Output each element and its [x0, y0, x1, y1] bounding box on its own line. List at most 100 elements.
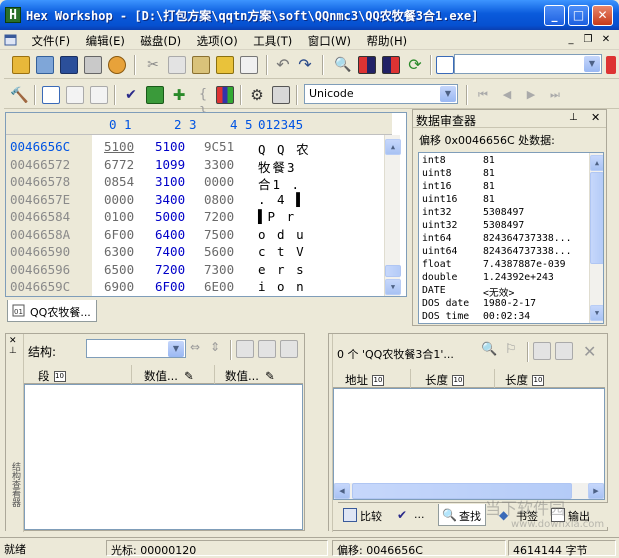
- hex-address[interactable]: 00466584: [10, 209, 70, 224]
- encoding-combo[interactable]: Unicode ▼: [304, 84, 458, 104]
- goto-icon[interactable]: [436, 56, 454, 74]
- redo-icon[interactable]: ↷: [296, 56, 314, 74]
- hex-bytes[interactable]: 7200: [155, 262, 185, 277]
- maximize-button[interactable]: □: [568, 5, 589, 26]
- structure-remove-icon[interactable]: [258, 340, 276, 358]
- hex-bytes[interactable]: 3300: [204, 157, 234, 172]
- inspector-row[interactable]: DATE <无效>: [422, 285, 592, 299]
- inspector-row[interactable]: int16 81: [422, 181, 592, 194]
- hex-bytes[interactable]: 0854: [104, 174, 134, 189]
- settings-gear-icon[interactable]: ⚙: [248, 86, 266, 104]
- tab-compare[interactable]: 比较: [340, 504, 386, 526]
- inspector-list[interactable]: int8 81 uint8 81 int16 81 uint16 81 int32 5308497…: [418, 152, 604, 324]
- inspector-row[interactable]: double 1.24392e+243: [422, 272, 592, 285]
- bookmark-add-icon[interactable]: ✚: [170, 86, 188, 104]
- close-button[interactable]: ✕: [592, 5, 613, 26]
- statistics-icon[interactable]: [216, 86, 234, 104]
- select-icon[interactable]: [240, 56, 258, 74]
- inspector-close-icon[interactable]: ✕: [591, 111, 600, 124]
- scroll-left-icon[interactable]: ◀: [334, 483, 350, 499]
- col-header-segment[interactable]: 段 10: [24, 365, 132, 384]
- menu-tools[interactable]: 工具(T): [247, 30, 298, 50]
- hex-address[interactable]: 00466572: [10, 157, 70, 172]
- paste-icon[interactable]: [192, 56, 210, 74]
- hex-ascii[interactable]: e r s: [258, 262, 306, 277]
- chevron-down-icon[interactable]: ▼: [168, 341, 184, 357]
- hex-bytes[interactable]: 6772: [104, 157, 134, 172]
- structure-collapse-icon[interactable]: ⇕: [210, 340, 228, 358]
- hex-bytes[interactable]: 0000: [204, 174, 234, 189]
- splitter[interactable]: [310, 333, 328, 531]
- hex-bytes[interactable]: 0100: [104, 209, 134, 224]
- find-previous-icon[interactable]: [358, 56, 376, 74]
- hex-bytes[interactable]: 0000: [104, 192, 134, 207]
- find-icon[interactable]: 🔍: [334, 56, 352, 74]
- hex-bytes[interactable]: 6F00: [104, 227, 134, 242]
- hex-ascii[interactable]: c t V: [258, 244, 306, 259]
- properties-icon[interactable]: [108, 56, 126, 74]
- inspector-row[interactable]: int32 5308497: [422, 207, 592, 220]
- scroll-up-icon[interactable]: ▲: [385, 139, 401, 155]
- app-icon[interactable]: H: [5, 7, 21, 23]
- col-header-value1[interactable]: 数值... ✎: [132, 365, 215, 384]
- hex-bytes[interactable]: 7300: [204, 262, 234, 277]
- hex-bytes[interactable]: 3100: [155, 174, 185, 189]
- scroll-up-icon[interactable]: ▲: [590, 155, 603, 171]
- delete-icon[interactable]: [66, 86, 84, 104]
- print-icon[interactable]: [84, 56, 102, 74]
- paste-special-icon[interactable]: [216, 56, 234, 74]
- hex-editor[interactable]: 0 1 2 3 4 5 012345 0046656C 5100 5100 9C51 Q…: [5, 112, 407, 297]
- col-header-length1[interactable]: 长度 10: [411, 369, 495, 388]
- hex-bytes[interactable]: 5600: [204, 244, 234, 259]
- grip-pin-icon[interactable]: ⊥: [9, 346, 17, 356]
- tab-checksum[interactable]: ✔...: [394, 504, 429, 526]
- structure-edit-icon[interactable]: [280, 340, 298, 358]
- hex-bytes[interactable]: 0800: [204, 192, 234, 207]
- menu-disk[interactable]: 磁盘(D): [134, 30, 187, 50]
- hex-bytes[interactable]: 5100: [104, 139, 134, 154]
- hex-ascii[interactable]: 合1 .: [258, 174, 301, 193]
- hex-bytes[interactable]: 1099: [155, 157, 185, 172]
- document-icon[interactable]: [0, 30, 22, 48]
- chevron-down-icon[interactable]: ▼: [584, 56, 600, 72]
- inspector-row[interactable]: int8 81: [422, 155, 592, 168]
- menu-file[interactable]: 文件(F): [26, 30, 77, 50]
- grip-close-icon[interactable]: ✕: [9, 336, 17, 346]
- structure-grid[interactable]: [24, 384, 303, 530]
- pin-icon[interactable]: ⊥: [569, 112, 578, 123]
- minimize-button[interactable]: _: [544, 5, 565, 26]
- col-header-length2[interactable]: 长度 10: [495, 369, 605, 388]
- inspector-row[interactable]: uint8 81: [422, 168, 592, 181]
- open-disk-icon[interactable]: [36, 56, 54, 74]
- document-tab[interactable]: 01 QQ农牧餐...: [7, 300, 97, 322]
- hex-bytes[interactable]: 5100: [155, 139, 185, 154]
- find-clear-icon[interactable]: ✕: [583, 342, 601, 361]
- undo-icon[interactable]: ↶: [274, 56, 292, 74]
- last-record-icon[interactable]: ⏭: [546, 86, 564, 104]
- find-replace-icon[interactable]: ⚐: [505, 342, 523, 360]
- hex-bytes[interactable]: 6400: [155, 227, 185, 242]
- hex-bytes[interactable]: 3400: [155, 192, 185, 207]
- copy-icon[interactable]: [168, 56, 186, 74]
- hex-ascii[interactable]: 牧餐3: [258, 157, 297, 176]
- hex-bytes[interactable]: 5000: [155, 209, 185, 224]
- next-record-icon[interactable]: ▶: [522, 86, 540, 104]
- hex-address[interactable]: 0046659C: [10, 279, 70, 294]
- hex-ascii[interactable]: o d u: [258, 227, 306, 242]
- inspector-row[interactable]: uint32 5308497: [422, 220, 592, 233]
- open-icon[interactable]: [12, 56, 30, 74]
- inspector-row[interactable]: DOS time 00:02:34: [422, 311, 592, 323]
- hex-bytes[interactable]: 6F00: [155, 279, 185, 294]
- previous-record-icon[interactable]: ◀: [498, 86, 516, 104]
- search-go-icon[interactable]: [606, 56, 616, 74]
- operations-icon[interactable]: [146, 86, 164, 104]
- menu-edit[interactable]: 编辑(E): [80, 30, 131, 50]
- find-grid[interactable]: ◀ ▶: [333, 388, 605, 500]
- fill-icon[interactable]: [90, 86, 108, 104]
- hex-bytes[interactable]: 7200: [204, 209, 234, 224]
- scroll-thumb[interactable]: [590, 172, 603, 264]
- chevron-down-icon[interactable]: ▼: [440, 86, 456, 102]
- hex-bytes[interactable]: 9C51: [204, 139, 234, 154]
- checksum-icon[interactable]: ✔: [122, 86, 140, 104]
- hex-address[interactable]: 00466578: [10, 174, 70, 189]
